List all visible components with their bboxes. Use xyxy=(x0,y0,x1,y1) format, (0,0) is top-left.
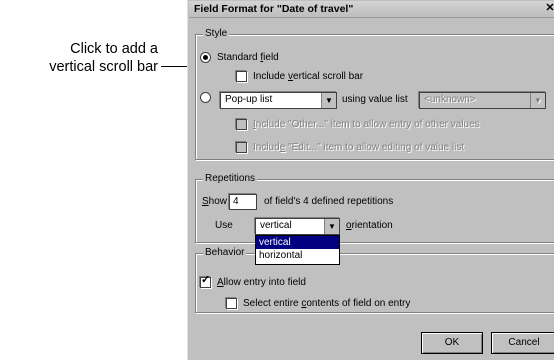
orientation-label: o rientation xyxy=(346,220,393,231)
callout-line-1: Click to add a xyxy=(70,41,158,57)
standard-field-label: Standard field xyxy=(217,52,279,63)
allow-entry-label: Allow entry into field xyxy=(217,277,306,288)
standard-field-radio[interactable]: Standard field xyxy=(200,52,279,63)
orientation-value: vertical xyxy=(260,220,292,231)
include-edit-checkbox[interactable]: Include "Edit..." item to allow editing … xyxy=(236,142,464,153)
checkbox-icon xyxy=(236,71,247,82)
using-value-list-label: using value list xyxy=(342,94,408,105)
callout-line-2: vertical scroll bar xyxy=(49,59,158,75)
field-format-dialog: Field Format for "Date of travel" ✕ Styl… xyxy=(187,0,554,360)
include-other-checkbox[interactable]: Include "Other..." item to allow entry o… xyxy=(236,119,480,130)
defined-repetitions-label: of field's 4 defined repetitions xyxy=(264,196,394,207)
include-vertical-label: Include vertical scroll bar xyxy=(253,71,364,82)
repetitions-show-value: 4 xyxy=(233,196,239,207)
callout-label: Click to add a vertical scroll bar xyxy=(49,40,158,76)
select-entire-label: Select entire contents of field on entry xyxy=(243,298,411,309)
callout-leader-line xyxy=(161,66,178,67)
checkbox-icon xyxy=(226,298,237,309)
chevron-down-icon[interactable]: ▼ xyxy=(321,93,336,108)
popup-list-select[interactable]: Pop-up list ▼ xyxy=(220,92,337,109)
orientation-select[interactable]: vertical ▼ xyxy=(255,218,340,235)
include-vertical-scroll-checkbox[interactable]: Include vertical scroll bar xyxy=(236,71,363,82)
value-list-select[interactable]: <unknown> ▼ xyxy=(419,92,546,109)
dialog-titlebar: Field Format for "Date of travel" ✕ xyxy=(189,1,554,18)
behavior-legend: Behavior xyxy=(203,247,247,258)
checkmark-icon: ✓ xyxy=(201,274,211,286)
chevron-down-icon[interactable]: ▼ xyxy=(530,93,545,108)
cancel-button[interactable]: Cancel xyxy=(491,332,554,354)
value-list-placeholder: <unknown> xyxy=(424,94,476,105)
orientation-dropdown-list: vertical horizontal xyxy=(255,235,340,265)
repetitions-show-input[interactable]: 4 xyxy=(229,194,257,210)
checkbox-icon xyxy=(236,119,247,130)
repetitions-legend: Repetitions xyxy=(203,173,258,184)
allow-entry-checkbox[interactable]: ✓ Allow entry into field xyxy=(200,274,306,288)
radio-icon xyxy=(200,92,211,103)
style-legend: Style xyxy=(203,28,230,39)
popup-list-value: Pop-up list xyxy=(225,94,273,105)
select-entire-checkbox[interactable]: Select entire contents of field on entry xyxy=(226,298,410,309)
popup-list-radio[interactable] xyxy=(200,92,217,103)
show-label: Show xyxy=(202,196,228,207)
checkbox-icon xyxy=(236,142,247,153)
repetitions-group: Repetitions xyxy=(195,173,554,243)
include-edit-label: Include "Edit..." item to allow editing … xyxy=(253,142,465,153)
ok-button[interactable]: OK xyxy=(421,332,483,354)
chevron-down-icon[interactable]: ▼ xyxy=(324,219,339,234)
include-other-label: Include "Other..." item to allow entry o… xyxy=(253,119,480,130)
checkbox-icon: ✓ xyxy=(200,274,211,288)
use-label: Use xyxy=(215,220,233,231)
orientation-option-horizontal[interactable]: horizontal xyxy=(256,249,339,262)
orientation-option-vertical[interactable]: vertical xyxy=(256,236,339,249)
close-icon[interactable]: ✕ xyxy=(544,2,554,14)
dialog-title: Field Format for "Date of travel" xyxy=(194,3,354,15)
radio-icon xyxy=(200,52,211,63)
